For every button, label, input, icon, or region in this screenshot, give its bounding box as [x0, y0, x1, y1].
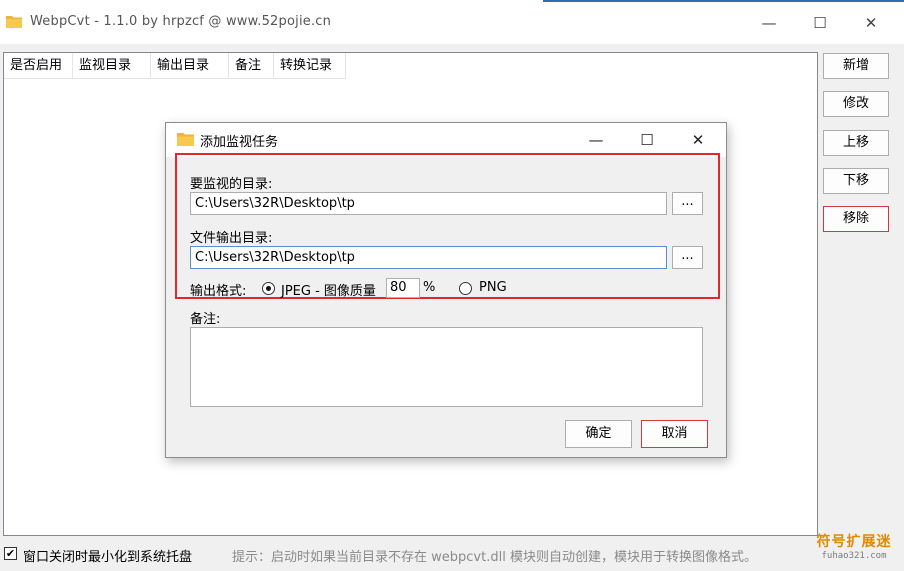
note-label: 备注:	[190, 312, 221, 327]
watermark-sub: fuhao321.com	[821, 551, 887, 561]
jpeg-radio[interactable]	[262, 282, 275, 295]
maximize-button[interactable]: ☐	[797, 10, 843, 36]
minimize-to-tray-label[interactable]: 窗口关闭时最小化到系统托盘	[23, 546, 192, 565]
watch-dir-browse-button[interactable]: ...	[672, 192, 703, 215]
minimize-button[interactable]: —	[746, 10, 792, 36]
dialog-maximize-button[interactable]: ☐	[627, 127, 667, 153]
close-button[interactable]: ✕	[848, 10, 894, 36]
column-header-output-dir[interactable]: 输出目录	[151, 53, 229, 78]
png-option-label[interactable]: PNG	[479, 280, 507, 295]
window-title: WebpCvt - 1.1.0 by hrpzcf @ www.52pojie.…	[30, 14, 332, 29]
column-header-enabled[interactable]: 是否启用	[4, 53, 73, 78]
list-header: 是否启用 监视目录 输出目录 备注 转换记录	[4, 53, 346, 79]
add-task-dialog: 添加监视任务 — ☐ ✕ 要监视的目录: C:\Users\32R\Deskto…	[165, 122, 727, 458]
hint-text: 提示：启动时如果当前目录不存在 webpcvt.dll 模块则自动创建，模块用于…	[232, 550, 757, 565]
percent-label: %	[423, 280, 436, 295]
move-down-button[interactable]: 下移	[823, 168, 889, 194]
footer: ✔ 窗口关闭时最小化到系统托盘 提示：启动时如果当前目录不存在 webpcvt.…	[0, 541, 904, 571]
watch-dir-label: 要监视的目录:	[190, 177, 273, 192]
output-dir-browse-button[interactable]: ...	[672, 246, 703, 269]
dialog-minimize-button[interactable]: —	[576, 127, 616, 153]
output-dir-input[interactable]: C:\Users\32R\Desktop\tp	[190, 246, 667, 269]
add-button[interactable]: 新增	[823, 53, 889, 79]
output-dir-label: 文件输出目录:	[190, 231, 273, 246]
minimize-to-tray-checkbox[interactable]: ✔	[4, 547, 17, 560]
format-label: 输出格式:	[190, 284, 247, 299]
window-accent-line	[543, 0, 904, 2]
watch-dir-input[interactable]: C:\Users\32R\Desktop\tp	[190, 192, 667, 215]
remove-button[interactable]: 移除	[823, 206, 889, 232]
column-header-note[interactable]: 备注	[229, 53, 274, 78]
png-radio[interactable]	[459, 282, 472, 295]
dialog-title-bar: 添加监视任务 — ☐ ✕	[166, 123, 726, 157]
folder-icon	[6, 16, 22, 28]
column-header-history[interactable]: 转换记录	[274, 53, 346, 78]
watermark-logo: 符号扩展迷 fuhao321.com	[808, 533, 900, 565]
folder-icon	[177, 133, 194, 146]
ok-button[interactable]: 确定	[565, 420, 632, 448]
jpeg-option-label[interactable]: JPEG - 图像质量	[281, 280, 376, 299]
cancel-button[interactable]: 取消	[641, 420, 708, 448]
dialog-close-button[interactable]: ✕	[678, 127, 718, 153]
jpeg-quality-input[interactable]: 80	[386, 278, 420, 298]
watermark-main: 符号扩展迷	[816, 534, 892, 550]
move-up-button[interactable]: 上移	[823, 130, 889, 156]
dialog-title: 添加监视任务	[200, 135, 279, 150]
edit-button[interactable]: 修改	[823, 91, 889, 117]
column-header-watch-dir[interactable]: 监视目录	[73, 53, 151, 78]
note-textarea[interactable]	[190, 327, 703, 407]
title-bar: WebpCvt - 1.1.0 by hrpzcf @ www.52pojie.…	[0, 0, 904, 44]
